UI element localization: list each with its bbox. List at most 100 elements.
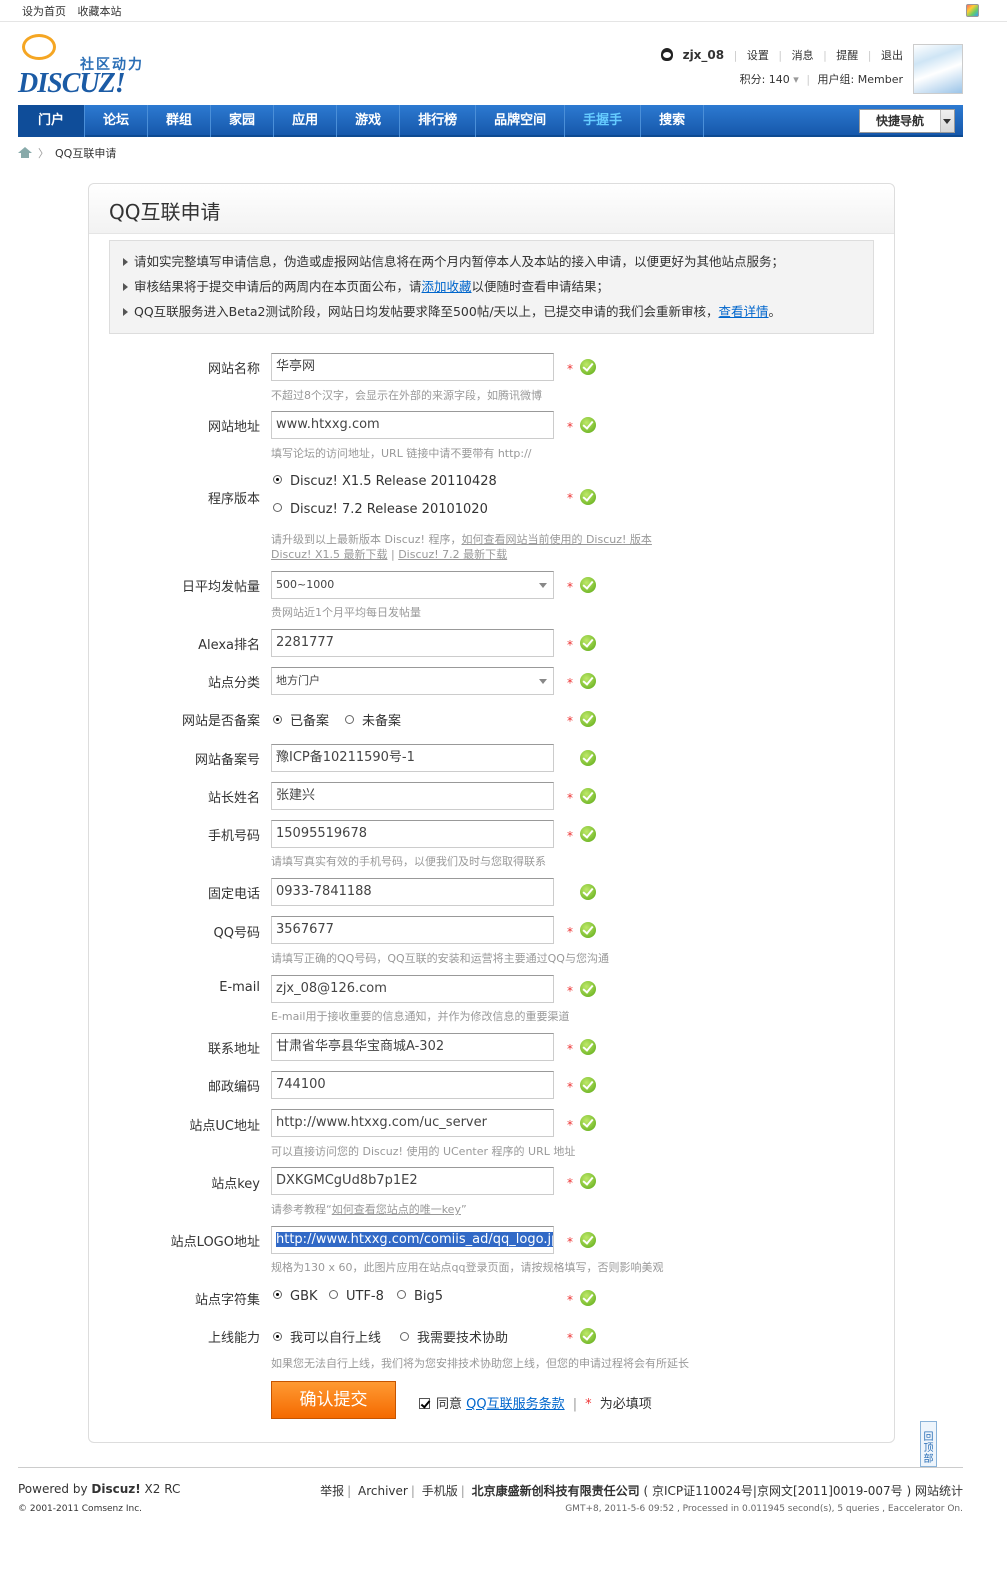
notices-link[interactable]: 提醒 [836, 49, 858, 62]
nav-ranking[interactable]: 排行榜 [400, 105, 477, 137]
required-star: * [567, 829, 573, 843]
charset-utf8-radio[interactable]: UTF-8 [329, 1289, 384, 1304]
view-details-link[interactable]: 查看详情 [719, 304, 769, 319]
download-x15-link[interactable]: Discuz! X1.5 最新下载 [271, 548, 387, 561]
check-version-link[interactable]: 如何查看网站当前使用的 Discuz! 版本 [461, 533, 651, 546]
daily-posts-select[interactable]: 500~1000 [271, 571, 554, 599]
nav-brand-space[interactable]: 品牌空间 [476, 105, 566, 137]
notice-line-3: QQ互联服务进入Beta2测试阶段，网站日均发帖要求降至500帖/天以上，已提交… [120, 299, 863, 324]
address-label: 联系地址 [207, 1042, 260, 1057]
email-input[interactable]: zjx_08@126.com [271, 975, 554, 1003]
site-name-input[interactable]: 华亭网 [271, 353, 554, 381]
version-download-tip: Discuz! X1.5 最新下载 | Discuz! 7.2 最新下载 [271, 548, 508, 561]
check-icon [580, 750, 596, 766]
agree-checkbox[interactable] [419, 1398, 430, 1409]
key-tutorial-link[interactable]: 如何查看您站点的唯一key [332, 1203, 461, 1216]
address-input[interactable]: 甘肃省华亭县华宝商城A-302 [271, 1033, 554, 1061]
email-label: E-mail [219, 980, 260, 995]
online-self-radio[interactable]: 我可以自行上线 [273, 1327, 381, 1346]
version-tip: 请升级到以上最新版本 Discuz! 程序，如何查看网站当前使用的 Discuz… [271, 533, 652, 546]
check-icon [580, 884, 596, 900]
logo-tip: 规格为130 x 60，此图片应用在站点qq登录页面，请按规格填写，否则影响美观 [271, 1261, 664, 1274]
nav-forum[interactable]: 论坛 [85, 105, 149, 137]
avatar[interactable] [913, 44, 963, 94]
filed-no-radio[interactable]: 未备案 [345, 710, 401, 729]
key-input[interactable]: DXKGMCgUd8b7p1E2 [271, 1167, 554, 1195]
check-icon [580, 417, 596, 433]
icp-label: 网站备案号 [194, 753, 260, 768]
icp-input[interactable]: 豫ICP备10211590号-1 [271, 744, 554, 772]
nav-search[interactable]: 搜索 [641, 105, 705, 137]
discuz-logo[interactable]: 社区动力 DISCUZ! [18, 34, 168, 100]
owner-label: 站长姓名 [207, 791, 260, 806]
phone-label: 固定电话 [207, 887, 260, 902]
version-72-radio[interactable]: Discuz! 7.2 Release 20101020 [273, 502, 488, 517]
discuz-link[interactable]: Discuz! [91, 1482, 140, 1496]
site-url-tip: 填写论坛的访问地址，URL 链接中请不要带有 http:// [271, 447, 532, 460]
submit-button[interactable]: 确认提交 [271, 1381, 396, 1419]
messages-link[interactable]: 消息 [792, 49, 814, 62]
charset-big5-radio[interactable]: Big5 [397, 1289, 443, 1304]
credits-link[interactable]: 积分: 140 [740, 73, 790, 86]
version-x15-radio[interactable]: Discuz! X1.5 Release 20110428 [273, 474, 497, 489]
stats-link[interactable]: 网站统计 [915, 1484, 963, 1498]
set-home-link[interactable]: 设为首页 [22, 5, 66, 18]
quick-nav-button[interactable]: 快捷导航 [859, 109, 955, 133]
online-help-radio[interactable]: 我需要技术协助 [400, 1327, 508, 1346]
style-switch-icon[interactable] [966, 4, 979, 17]
nav-portal[interactable]: 门户 [18, 105, 86, 137]
phone-input[interactable]: 0933-7841188 [271, 878, 554, 906]
mobile-link[interactable]: 手机版 [422, 1484, 458, 1498]
home-icon[interactable] [18, 147, 32, 158]
filed-yes-radio[interactable]: 已备案 [273, 710, 329, 729]
bookmark-link[interactable]: 收藏本站 [78, 5, 122, 18]
terms-link[interactable]: QQ互联服务条款 [466, 1397, 564, 1412]
server-info: GMT+8, 2011-5-6 09:52 , Processed in 0.0… [565, 1504, 963, 1514]
username-link[interactable]: zjx_08 [683, 48, 725, 62]
nav-home[interactable]: 家园 [211, 105, 275, 137]
breadcrumb: 〉 QQ互联申请 [18, 145, 116, 161]
back-to-top-button[interactable]: 回顶部 [920, 1421, 937, 1467]
qq-input[interactable]: 3567677 [271, 916, 554, 944]
site-name-tip: 不超过8个汉字，会显示在外部的来源字段，如腾讯微博 [271, 389, 542, 402]
required-star: * [567, 420, 573, 434]
notice-box: 请如实完整填写申请信息，伪造或虚报网站信息将在两个月内暂停本人及本站的接入申请，… [109, 240, 874, 334]
alexa-input[interactable]: 2281777 [271, 629, 554, 657]
page-title: QQ互联申请 [109, 200, 221, 224]
site-url-input[interactable]: www.htxxg.com [271, 411, 554, 439]
nav-group[interactable]: 群组 [148, 105, 212, 137]
logout-link[interactable]: 退出 [881, 49, 903, 62]
download-72-link[interactable]: Discuz! 7.2 最新下载 [398, 548, 507, 561]
owner-input[interactable]: 张建兴 [271, 782, 554, 810]
settings-link[interactable]: 设置 [747, 49, 769, 62]
copyright: © 2001-2011 Comsenz Inc. [18, 1504, 143, 1514]
required-star: * [567, 1176, 573, 1190]
breadcrumb-current: QQ互联申请 [55, 147, 117, 160]
nav-apps[interactable]: 应用 [274, 105, 338, 137]
nav-handshake[interactable]: 手握手 [565, 105, 642, 137]
mobile-input[interactable]: 15095519678 [271, 820, 554, 848]
required-star: * [567, 362, 573, 376]
charset-label: 站点字符集 [194, 1293, 260, 1308]
required-star: * [567, 1118, 573, 1132]
category-select[interactable]: 地方门户 [271, 667, 554, 695]
check-icon [580, 1290, 596, 1306]
agree-terms: 同意 QQ互联服务条款 | * 为必填项 [419, 1393, 652, 1412]
report-link[interactable]: 举报 [320, 1484, 344, 1498]
add-favorite-link[interactable]: 添加收藏 [422, 279, 472, 294]
required-star: * [567, 1080, 573, 1094]
company-name: 北京康盛新创科技有限责任公司 [471, 1484, 640, 1498]
archiver-link[interactable]: Archiver [358, 1484, 408, 1498]
logo-input[interactable]: http://www.htxxg.com/comiis_ad/qq_logo.j… [271, 1226, 554, 1254]
icp-link[interactable]: ( 京ICP证110024号|京网文[2011]0019-007号 ) [643, 1484, 911, 1498]
zip-input[interactable]: 744100 [271, 1071, 554, 1099]
charset-gbk-radio[interactable]: GBK [273, 1289, 318, 1304]
check-icon [580, 359, 596, 375]
chevron-down-icon [539, 583, 547, 588]
check-icon [580, 1039, 596, 1055]
uc-tip: 可以直接访问您的 Discuz! 使用的 UCenter 程序的 URL 地址 [271, 1145, 576, 1158]
check-icon [580, 489, 596, 505]
uc-input[interactable]: http://www.htxxg.com/uc_server [271, 1109, 554, 1137]
nav-games[interactable]: 游戏 [337, 105, 401, 137]
required-star: * [567, 676, 573, 690]
